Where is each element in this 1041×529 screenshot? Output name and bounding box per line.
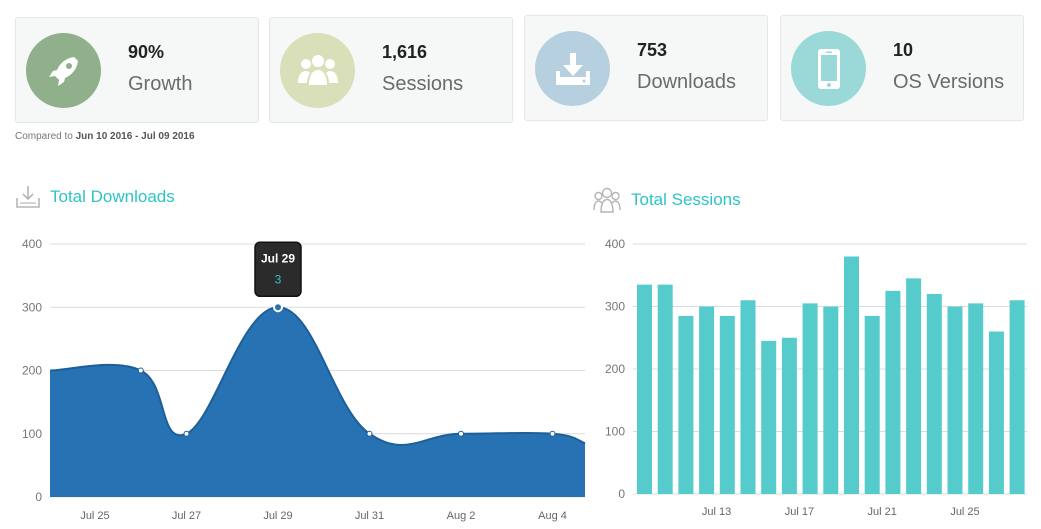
y-tick-label: 0	[618, 487, 625, 501]
mobile-icon	[817, 48, 840, 89]
sessions-header: Total Sessions	[592, 186, 741, 214]
x-tick-label: Aug 2	[447, 510, 476, 522]
downloads-area	[50, 307, 585, 497]
y-tick-label: 400	[605, 237, 625, 251]
session-bar[interactable]	[906, 278, 922, 494]
session-bar[interactable]	[1009, 300, 1025, 494]
x-tick-label: Jul 29	[263, 510, 292, 522]
y-tick-label: 300	[605, 300, 625, 314]
stat-icon-circle	[26, 33, 101, 108]
session-bar[interactable]	[802, 303, 818, 494]
session-bar[interactable]	[988, 331, 1004, 495]
stat-label: Growth	[128, 73, 193, 95]
stat-value: 1,616	[382, 42, 428, 62]
x-tick-label: Jul 17	[785, 506, 814, 518]
y-tick-label: 400	[22, 237, 42, 251]
y-tick-label: 200	[605, 362, 625, 376]
session-bar[interactable]	[719, 315, 735, 494]
tooltip-value: 3	[275, 272, 282, 286]
session-bar[interactable]	[968, 303, 984, 494]
session-bar[interactable]	[761, 340, 777, 494]
users-icon	[297, 54, 338, 85]
stat-icon-circle	[535, 31, 610, 106]
session-bar[interactable]	[885, 290, 901, 494]
data-point[interactable]	[458, 430, 464, 437]
data-point[interactable]	[137, 367, 144, 374]
downloads-chart[interactable]: 0 100 200 300 400 Jul 25 Jul 27 Jul 29 Jul 31 Aug…	[0, 230, 590, 529]
session-bar[interactable]	[926, 294, 942, 494]
y-tick-label: 200	[22, 364, 42, 378]
tooltip-date: Jul 29	[261, 251, 295, 265]
session-bar[interactable]	[740, 300, 756, 494]
session-bar[interactable]	[947, 306, 963, 495]
stat-label: Downloads	[637, 71, 736, 93]
x-tick-label: Jul 31	[355, 510, 384, 522]
stat-card-downloads[interactable]: 753 Downloads	[524, 15, 768, 121]
stat-value: 10	[893, 40, 914, 60]
stat-icon-circle	[280, 33, 355, 108]
downloads-header: Total Downloads	[15, 184, 175, 210]
session-bar[interactable]	[699, 306, 715, 495]
session-bar[interactable]	[844, 256, 859, 495]
users-outline-icon	[593, 187, 621, 213]
session-bar[interactable]	[657, 284, 673, 494]
stat-value: 753	[637, 40, 668, 60]
comparison-note: Compared to Jun 10 2016 - Jul 09 2016	[15, 131, 195, 142]
data-point[interactable]	[549, 430, 556, 437]
data-point[interactable]	[183, 430, 190, 437]
x-tick-label: Jul 13	[702, 506, 731, 518]
download-icon	[555, 52, 590, 85]
session-bar[interactable]	[678, 315, 694, 494]
y-tick-label: 100	[605, 425, 625, 439]
x-tick-label: Jul 27	[172, 510, 201, 522]
y-tick-label: 100	[22, 427, 42, 441]
x-tick-label: Jul 21	[868, 506, 897, 518]
sessions-title: Total Sessions	[631, 190, 741, 209]
stat-icon-circle	[791, 31, 866, 106]
session-bar[interactable]	[864, 315, 880, 494]
comparison-range: Jun 10 2016 - Jul 09 2016	[75, 131, 195, 142]
session-bar[interactable]	[637, 284, 652, 494]
stat-label: Sessions	[382, 73, 464, 95]
rocket-icon	[48, 56, 78, 86]
data-point[interactable]	[366, 430, 373, 437]
chart-tooltip: Jul 29 3	[254, 241, 302, 297]
stat-card-sessions[interactable]: 1,616 Sessions	[269, 17, 513, 123]
sessions-chart[interactable]: 0 100 200 300 400 Jul 13 Jul 17 Jul 21 Jul 25	[595, 230, 1035, 529]
downloads-title: Total Downloads	[50, 187, 175, 206]
stat-card-growth[interactable]: 90% Growth	[15, 17, 259, 123]
stat-card-os-versions[interactable]: 10 OS Versions	[780, 15, 1024, 121]
x-tick-label: Jul 25	[950, 506, 979, 518]
y-tick-label: 0	[35, 490, 42, 504]
session-bar[interactable]	[781, 337, 797, 494]
x-tick-label: Aug 4	[538, 510, 567, 522]
session-bar[interactable]	[823, 306, 839, 495]
stat-value: 90%	[128, 42, 165, 62]
stat-label: OS Versions	[893, 71, 1005, 93]
y-tick-label: 300	[22, 300, 42, 314]
comparison-prefix: Compared to	[15, 131, 76, 142]
x-tick-label: Jul 25	[80, 510, 109, 522]
data-point[interactable]	[273, 302, 283, 313]
download-outline-icon	[16, 186, 40, 208]
